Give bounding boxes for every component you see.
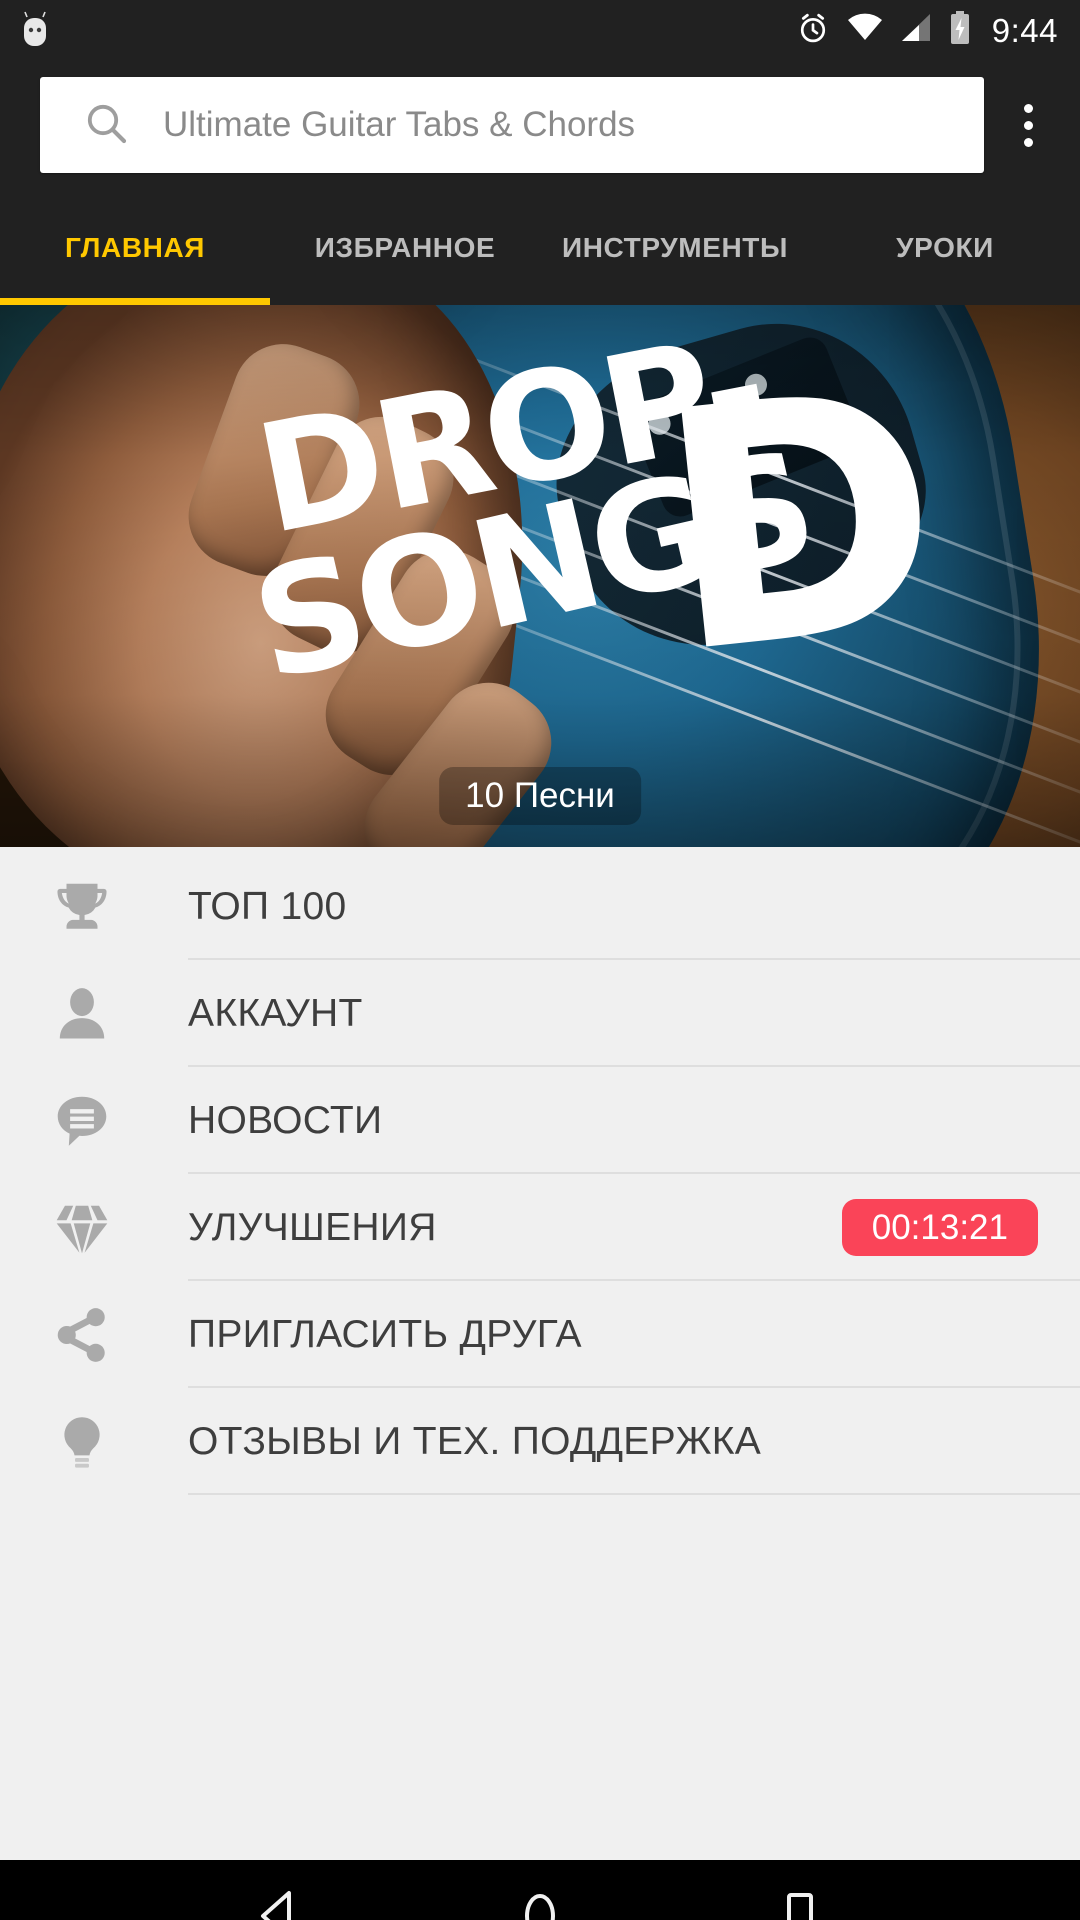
diamond-icon — [44, 1190, 120, 1266]
overflow-menu-icon[interactable] — [986, 77, 1070, 173]
tab-bar: ГЛАВНАЯ ИЗБРАННОЕ ИНСТРУМЕНТЫ УРОКИ — [0, 190, 1080, 305]
menu-item-label: ТОП 100 — [188, 884, 347, 928]
android-navigation-bar — [0, 1860, 1080, 1920]
chat-icon — [44, 1083, 120, 1159]
menu-item-news[interactable]: НОВОСТИ — [0, 1067, 1080, 1174]
menu-item-feedback-support[interactable]: ОТЗЫВЫ И ТЕХ. ПОДДЕРЖКА — [0, 1388, 1080, 1495]
menu-item-label: ОТЗЫВЫ И ТЕХ. ПОДДЕРЖКА — [188, 1419, 762, 1463]
upgrade-timer-badge[interactable]: 00:13:21 — [841, 1199, 1038, 1256]
row-divider — [188, 1493, 1080, 1495]
status-bar-clock: 9:44 — [991, 11, 1058, 49]
back-triangle-icon[interactable] — [225, 1860, 335, 1920]
android-mascot-icon — [20, 11, 50, 49]
search-bar[interactable]: Ultimate Guitar Tabs & Chords — [40, 77, 984, 173]
search-icon — [82, 99, 130, 152]
menu-item-top100[interactable]: ТОП 100 — [0, 853, 1080, 960]
menu-list: ТОП 100 АККАУНТ НОВОСТИ УЛУЧШЕНИЯ 00:13:… — [0, 847, 1080, 1860]
home-circle-icon[interactable] — [485, 1860, 595, 1920]
lightbulb-icon — [44, 1404, 120, 1480]
tab-active-indicator — [0, 298, 270, 305]
tab-tools[interactable]: ИНСТРУМЕНТЫ — [540, 232, 810, 264]
cellular-signal-icon — [900, 13, 932, 48]
person-icon — [44, 976, 120, 1052]
app-toolbar: Ultimate Guitar Tabs & Chords — [0, 60, 1080, 190]
hero-banner[interactable]: DROP- SONGS D 10 Песни — [0, 305, 1080, 847]
trophy-icon — [44, 869, 120, 945]
battery-charging-icon — [949, 10, 971, 50]
menu-item-invite-friend[interactable]: ПРИГЛАСИТЬ ДРУГА — [0, 1281, 1080, 1388]
tab-favorites[interactable]: ИЗБРАННОЕ — [270, 232, 540, 264]
tab-lessons[interactable]: УРОКИ — [810, 232, 1080, 264]
status-bar: 9:44 — [0, 0, 1080, 60]
recents-square-icon[interactable] — [745, 1860, 855, 1920]
search-input[interactable]: Ultimate Guitar Tabs & Chords — [163, 105, 635, 145]
alarm-icon — [796, 11, 830, 50]
songs-count-badge: 10 Песни — [439, 767, 641, 825]
share-icon — [44, 1297, 120, 1373]
menu-item-label: АККАУНТ — [188, 991, 363, 1035]
menu-item-upgrades[interactable]: УЛУЧШЕНИЯ 00:13:21 — [0, 1174, 1080, 1281]
menu-item-label: НОВОСТИ — [188, 1098, 383, 1142]
tab-home[interactable]: ГЛАВНАЯ — [0, 232, 270, 264]
hero-photo — [0, 305, 1080, 847]
menu-item-label: ПРИГЛАСИТЬ ДРУГА — [188, 1312, 582, 1356]
menu-item-account[interactable]: АККАУНТ — [0, 960, 1080, 1067]
wifi-icon — [847, 13, 883, 48]
menu-item-label: УЛУЧШЕНИЯ — [188, 1205, 437, 1249]
